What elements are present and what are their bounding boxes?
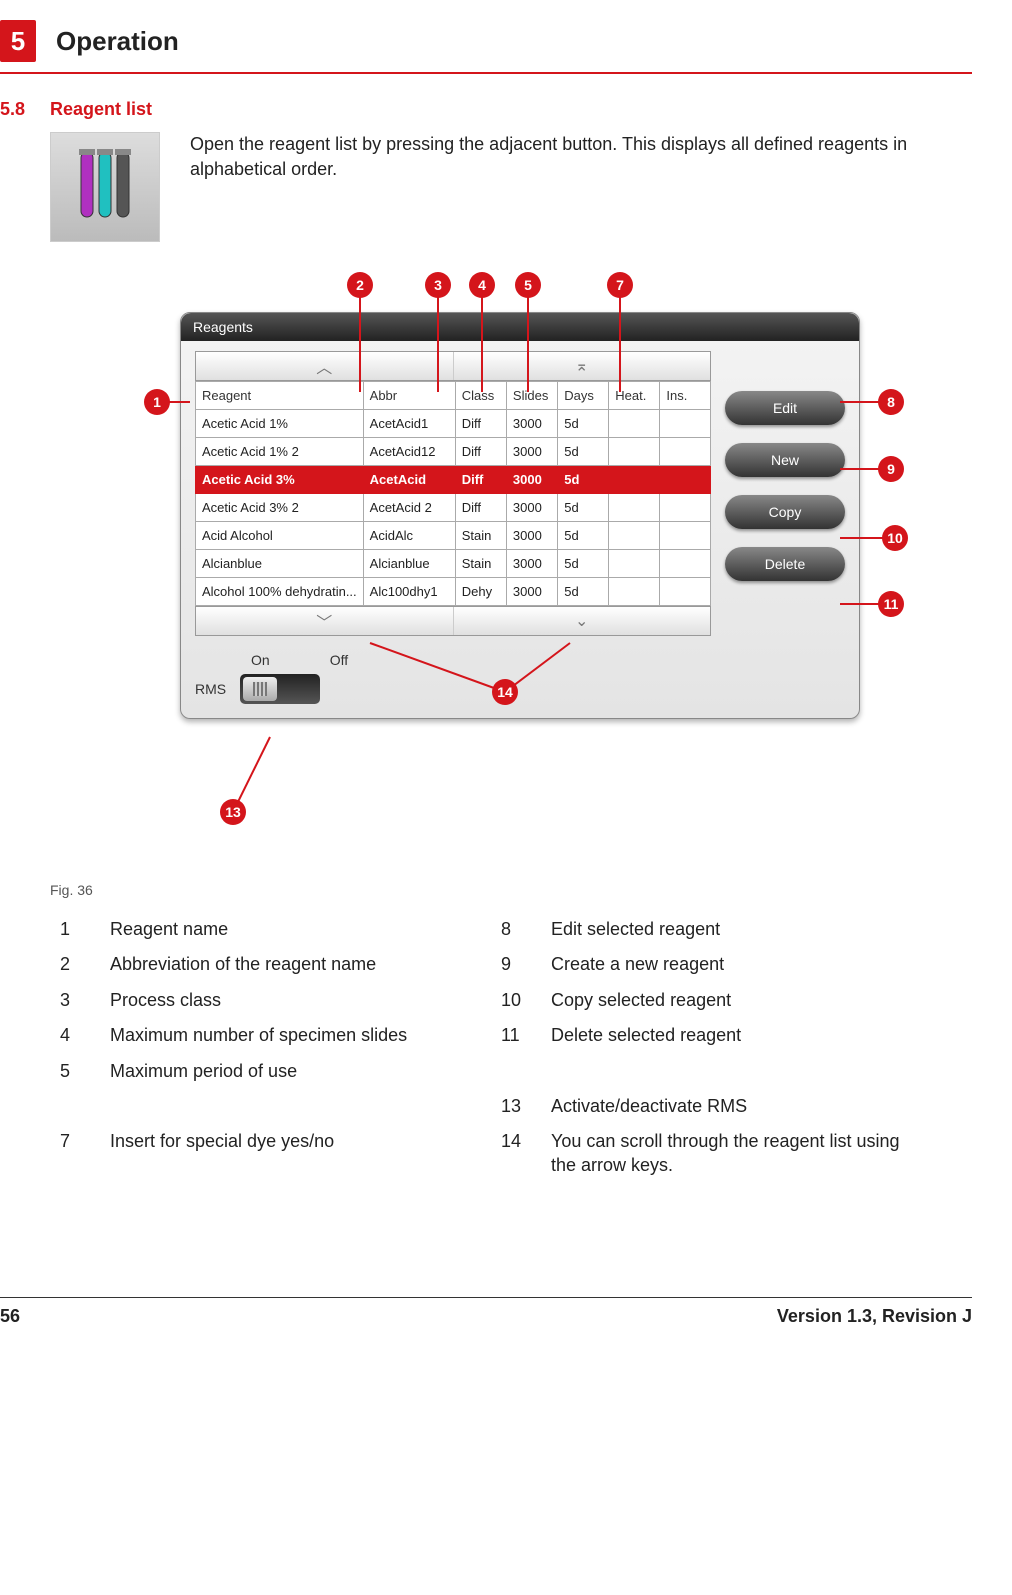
- callout-7: 7: [607, 272, 633, 298]
- section-number: 5.8: [0, 99, 50, 120]
- reagent-table: ReagentAbbrClassSlidesDaysHeat.Ins. Acet…: [195, 381, 711, 606]
- scroll-bottom-row: ﹀ ⌄: [195, 606, 711, 636]
- col-abbr: Abbr: [363, 382, 455, 410]
- callout-4: 4: [469, 272, 495, 298]
- table-row[interactable]: AlcianblueAlcianblueStain30005d: [196, 550, 711, 578]
- table-row[interactable]: Acetic Acid 3%AcetAcidDiff30005d: [196, 466, 711, 494]
- new-button[interactable]: New: [725, 443, 845, 477]
- rms-label: RMS: [195, 681, 226, 697]
- callout-13: 13: [220, 799, 246, 825]
- rms-toggle[interactable]: [240, 674, 320, 704]
- callout-9: 9: [878, 456, 904, 482]
- on-label: On: [251, 652, 270, 668]
- scroll-up-icon[interactable]: ︿: [196, 352, 454, 380]
- table-row[interactable]: Alcohol 100% dehydratin...Alc100dhy1Dehy…: [196, 578, 711, 606]
- onoff-labels: On Off: [251, 652, 859, 668]
- legend-13: Activate/deactivate RMS: [551, 1095, 922, 1118]
- scroll-top-icon[interactable]: ⌅: [454, 352, 711, 380]
- intro-paragraph: Open the reagent list by pressing the ad…: [190, 132, 972, 182]
- off-label: Off: [330, 652, 348, 668]
- col-days: Days: [558, 382, 609, 410]
- reagent-icon: [50, 132, 160, 242]
- callout-5: 5: [515, 272, 541, 298]
- legend-2: Abbreviation of the reagent name: [110, 953, 481, 976]
- callout-3: 3: [425, 272, 451, 298]
- legend: 1Reagent name 8Edit selected reagent 2Ab…: [60, 918, 922, 1177]
- legend-10: Copy selected reagent: [551, 989, 922, 1012]
- callout-2: 2: [347, 272, 373, 298]
- legend-3: Process class: [110, 989, 481, 1012]
- legend-11: Delete selected reagent: [551, 1024, 922, 1047]
- header-rule: [0, 72, 972, 74]
- copy-button[interactable]: Copy: [725, 495, 845, 529]
- legend-1: Reagent name: [110, 918, 481, 941]
- footer: 56 Version 1.3, Revision J: [0, 1297, 972, 1327]
- table-row[interactable]: Acetic Acid 3% 2AcetAcid 2Diff30005d: [196, 494, 711, 522]
- legend-8: Edit selected reagent: [551, 918, 922, 941]
- callout-8: 8: [878, 389, 904, 415]
- table-row[interactable]: Acid AlcoholAcidAlcStain30005d: [196, 522, 711, 550]
- col-reagent: Reagent: [196, 382, 364, 410]
- legend-9: Create a new reagent: [551, 953, 922, 976]
- legend-7: Insert for special dye yes/no: [110, 1130, 481, 1177]
- scroll-down-icon[interactable]: ﹀: [196, 607, 454, 635]
- table-row[interactable]: Acetic Acid 1%AcetAcid1Diff30005d: [196, 410, 711, 438]
- scroll-bottom-icon[interactable]: ⌄: [454, 607, 711, 635]
- section-heading: 5.8 Reagent list: [0, 99, 972, 120]
- section-title: Reagent list: [50, 99, 152, 120]
- chapter-badge: 5: [0, 20, 36, 62]
- col-class: Class: [455, 382, 506, 410]
- edit-button[interactable]: Edit: [725, 391, 845, 425]
- table-row[interactable]: Acetic Acid 1% 2AcetAcid12Diff30005d: [196, 438, 711, 466]
- reagents-panel: Reagents ︿ ⌅ ReagentAbbrClassSlidesDaysH…: [180, 312, 860, 719]
- chapter-title: Operation: [56, 26, 179, 57]
- figure-caption: Fig. 36: [50, 882, 972, 898]
- page-number: 56: [0, 1306, 20, 1327]
- col-ins: Ins.: [660, 382, 711, 410]
- version-text: Version 1.3, Revision J: [777, 1306, 972, 1327]
- scroll-top-row: ︿ ⌅: [195, 351, 711, 381]
- callout-1: 1: [144, 389, 170, 415]
- legend-5: Maximum period of use: [110, 1060, 481, 1083]
- panel-title: Reagents: [181, 313, 859, 341]
- callout-11: 11: [878, 591, 904, 617]
- figure-36: 1 2 3 4 5 7 8 9 10 11 14 13 Reagents ︿ ⌅…: [140, 272, 910, 872]
- callout-10: 10: [882, 525, 908, 551]
- col-slides: Slides: [506, 382, 557, 410]
- callout-14: 14: [492, 679, 518, 705]
- page-header: 5 Operation: [0, 20, 972, 62]
- col-heat: Heat.: [609, 382, 660, 410]
- legend-4: Maximum number of specimen slides: [110, 1024, 481, 1047]
- delete-button[interactable]: Delete: [725, 547, 845, 581]
- legend-14: You can scroll through the reagent list …: [551, 1130, 922, 1177]
